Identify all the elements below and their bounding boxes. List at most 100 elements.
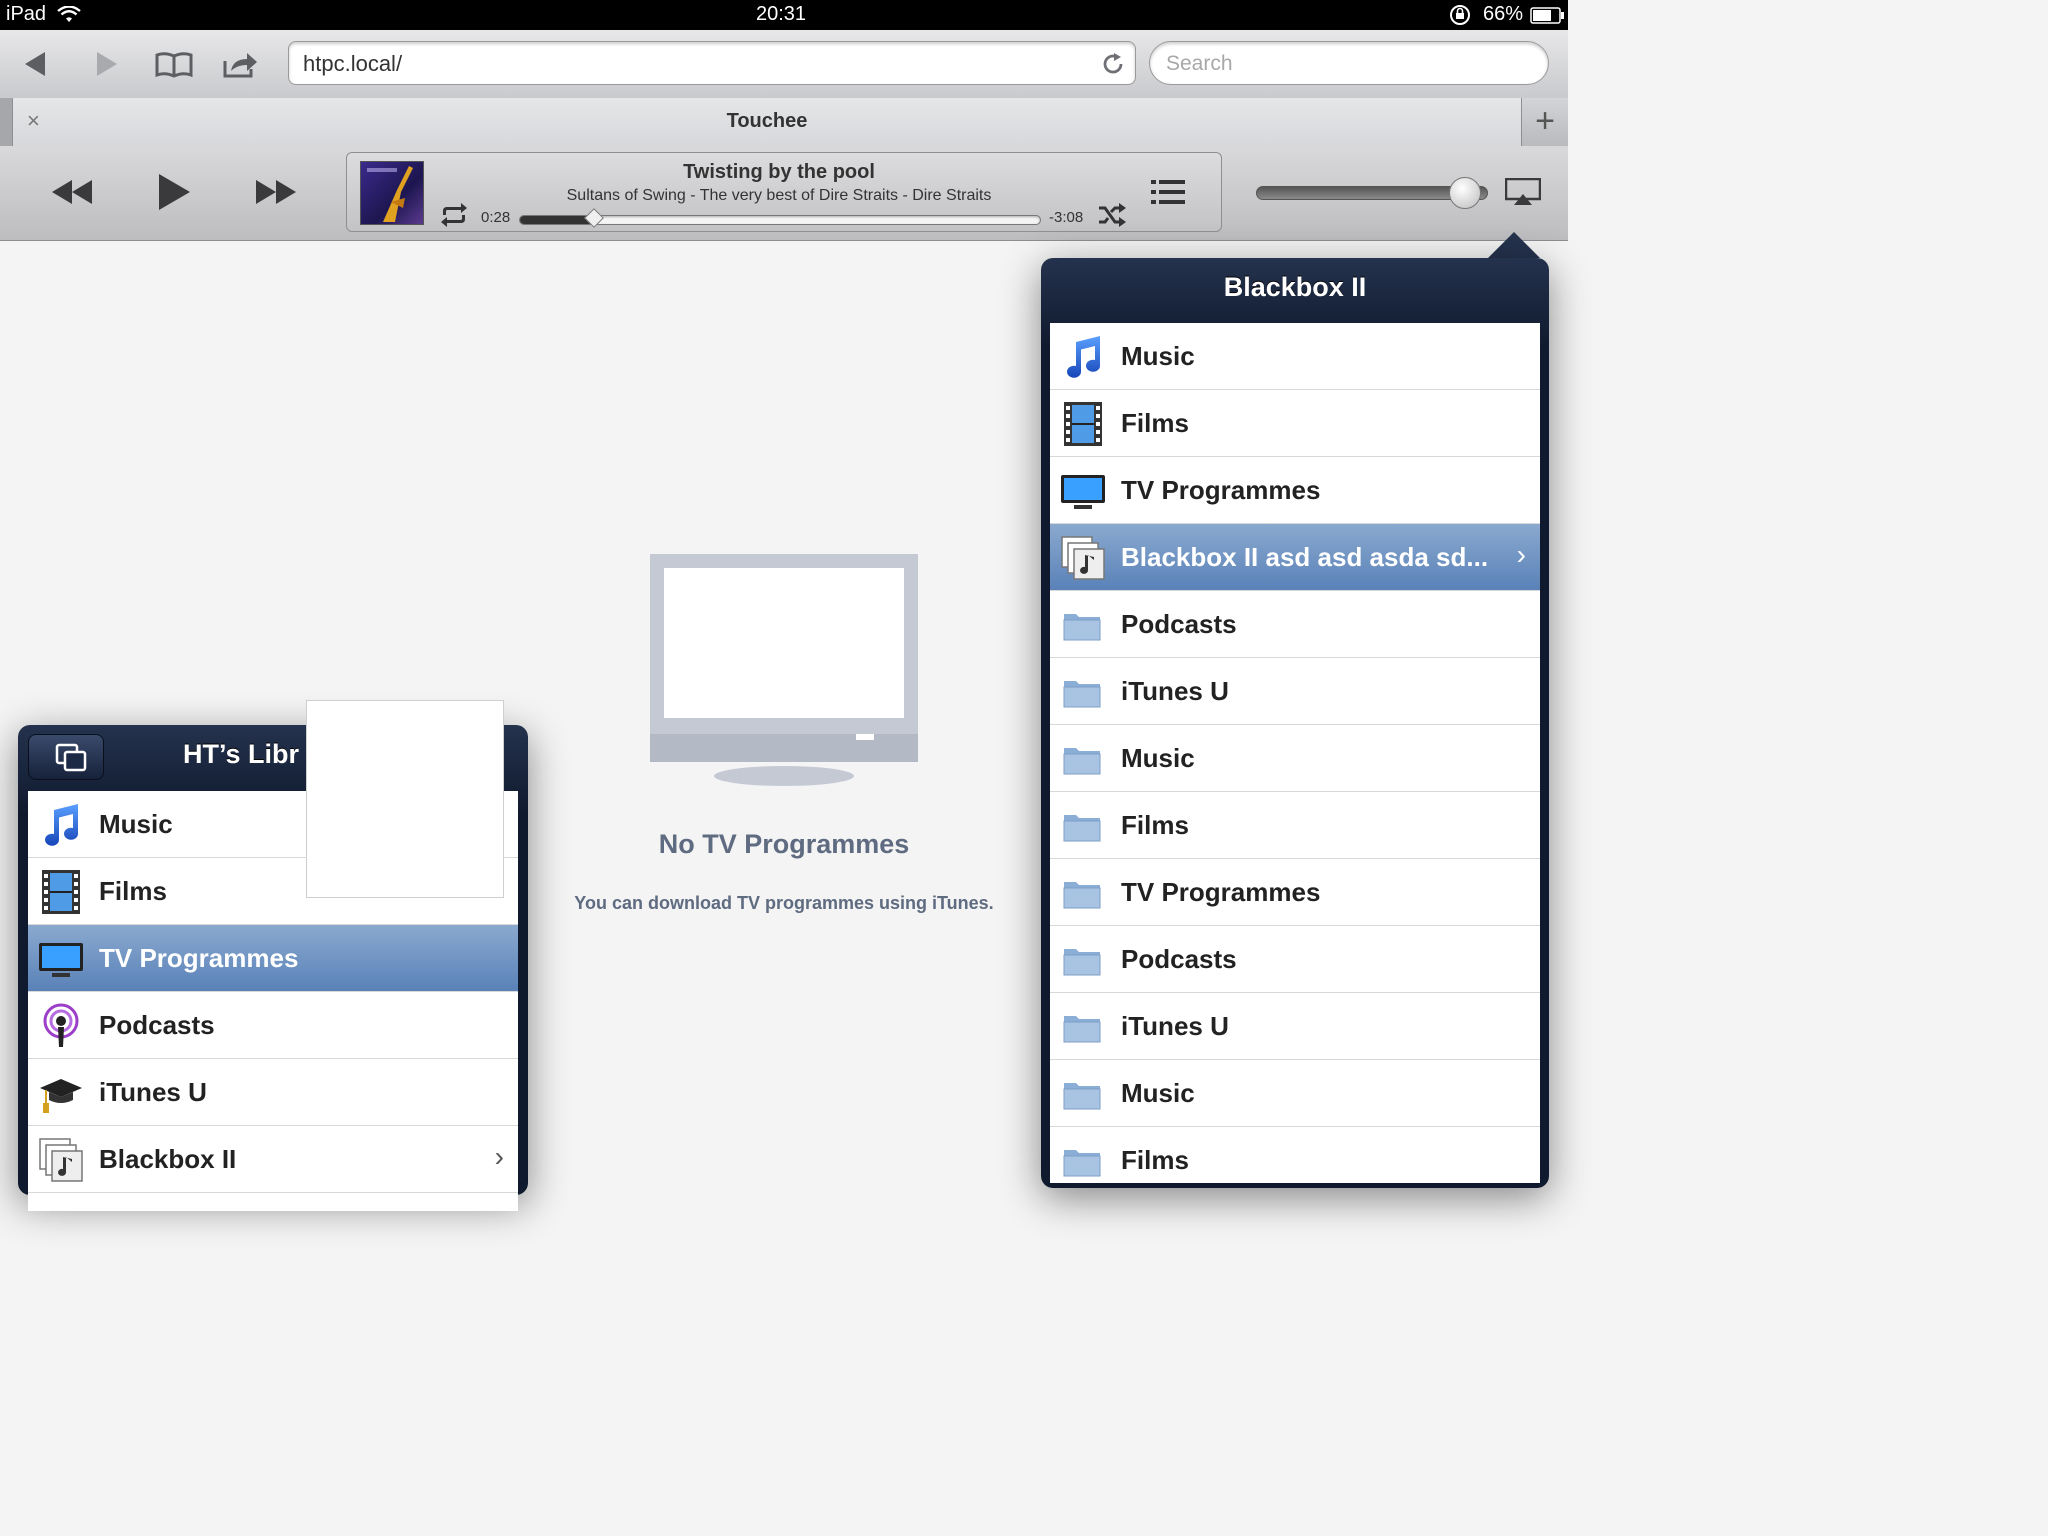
chevron-right-icon: › <box>1516 539 1526 570</box>
wifi-icon <box>57 6 81 22</box>
source-list-item-7[interactable]: Films <box>1050 792 1540 859</box>
tab-title: Touchee <box>726 110 808 132</box>
source-list-item-1[interactable]: Films <box>1050 390 1540 457</box>
volume-slider[interactable] <box>1256 177 1488 209</box>
list-item-label: TV Programmes <box>1121 475 1321 505</box>
list-item-label: Music <box>1121 1078 1195 1108</box>
search-input[interactable]: Search <box>1149 41 1549 85</box>
share-icon <box>223 53 257 78</box>
tv-placeholder-icon <box>650 554 918 786</box>
playlist-stack-icon <box>38 1137 84 1183</box>
source-list-item-11[interactable]: Music <box>1050 1060 1540 1127</box>
film-strip-icon <box>38 869 84 915</box>
source-list-item-8[interactable]: TV Programmes <box>1050 859 1540 926</box>
back-button-library[interactable] <box>28 734 104 780</box>
song-title: Twisting by the pool <box>683 161 875 183</box>
player-bar: Twisting by the pool Sultans of Swing - … <box>0 146 1568 241</box>
folder-icon <box>1060 803 1106 849</box>
back-button[interactable] <box>16 44 56 84</box>
search-placeholder: Search <box>1166 52 1233 75</box>
new-tab-button[interactable]: + <box>1522 98 1568 146</box>
list-item-label: Blackbox II <box>99 1144 237 1174</box>
film-strip-icon <box>1060 401 1106 447</box>
graduation-cap-icon <box>38 1070 84 1116</box>
list-item-label: Podcasts <box>99 1010 215 1040</box>
library-list-item-3[interactable]: Podcasts <box>28 992 518 1059</box>
list-item-label: TV Programmes <box>1121 877 1321 907</box>
tab-bar: × Touchee + <box>0 98 1568 146</box>
folder-icon <box>1060 1004 1106 1050</box>
status-bar: iPad 20:31 66% <box>0 0 1568 30</box>
folder-icon <box>1060 1071 1106 1117</box>
volume-knob[interactable] <box>1449 177 1481 209</box>
list-item-label: Music <box>99 809 173 839</box>
list-item-label: iTunes U <box>1121 676 1229 706</box>
progress-knob[interactable] <box>583 208 604 228</box>
song-subtitle: Sultans of Swing - The very best of Dire… <box>566 187 992 204</box>
source-list-item-12[interactable]: Films <box>1050 1127 1540 1183</box>
repeat-icon[interactable] <box>439 203 469 227</box>
list-item-label: Podcasts <box>1121 609 1237 639</box>
folder-icon <box>1060 937 1106 983</box>
progress-fill <box>520 216 593 224</box>
folder-icon <box>1060 870 1106 916</box>
list-item-label: Music <box>1121 743 1195 773</box>
now-playing-panel: Twisting by the pool Sultans of Swing - … <box>346 152 1222 232</box>
play-icon[interactable] <box>156 172 192 212</box>
folder-icon <box>1060 736 1106 782</box>
popover-title: Blackbox II <box>1223 272 1367 302</box>
list-item-label: Blackbox II asd asd asda sd... <box>1121 542 1489 572</box>
track-list-icon[interactable] <box>1151 179 1185 205</box>
list-item-label: Podcasts <box>1121 944 1237 974</box>
progress-slider[interactable] <box>519 208 1041 228</box>
windows-icon <box>55 743 87 772</box>
podcast-icon <box>38 1003 84 1049</box>
reload-icon[interactable] <box>1101 52 1125 76</box>
list-item-label: iTunes U <box>99 1077 207 1107</box>
source-list-item-4[interactable]: Podcasts <box>1050 591 1540 658</box>
folder-icon <box>1060 669 1106 715</box>
rewind-icon[interactable] <box>50 178 94 206</box>
book-icon <box>155 52 193 78</box>
music-note-icon <box>1060 334 1106 380</box>
airplay-icon[interactable] <box>1505 178 1541 206</box>
back-arrow-icon <box>25 52 45 76</box>
fast-forward-icon[interactable] <box>254 178 298 206</box>
list-item-label: Music <box>1121 341 1195 371</box>
popover-arrow <box>1488 232 1540 258</box>
url-field[interactable]: htpc.local/ <box>288 41 1136 85</box>
device-name: iPad <box>6 3 47 25</box>
list-item-label: Films <box>1121 810 1189 840</box>
library-list-item-5[interactable]: Blackbox II › <box>28 1126 518 1193</box>
playlist-stack-icon <box>1060 535 1106 581</box>
rotation-lock-icon <box>1450 5 1470 25</box>
tv-icon <box>38 936 84 982</box>
source-list-item-10[interactable]: iTunes U <box>1050 993 1540 1060</box>
list-item-label: Films <box>1121 408 1189 438</box>
source-list-item-3[interactable]: Blackbox II asd asd asda sd... › <box>1050 524 1540 591</box>
list-item-label: Films <box>1121 1145 1189 1175</box>
folder-icon <box>1060 602 1106 648</box>
source-list: Music Films TV Programmes Blackbox II asd a… <box>1050 323 1540 1183</box>
blackbox-popover: Blackbox II Music Films TV Programmes Black… <box>1041 258 1549 1188</box>
battery-percent: 66% <box>1483 3 1524 25</box>
popover-title: HT’s Libr <box>183 739 300 769</box>
music-note-icon <box>38 802 84 848</box>
share-button[interactable] <box>220 44 260 84</box>
tv-icon <box>1060 468 1106 514</box>
library-list-item-4[interactable]: iTunes U <box>28 1059 518 1126</box>
battery-icon <box>1530 7 1564 24</box>
source-list-item-6[interactable]: Music <box>1050 725 1540 792</box>
bookmarks-button[interactable] <box>154 44 194 84</box>
source-list-item-5[interactable]: iTunes U <box>1050 658 1540 725</box>
source-list-item-2[interactable]: TV Programmes <box>1050 457 1540 524</box>
source-list-item-9[interactable]: Podcasts <box>1050 926 1540 993</box>
source-list-item-0[interactable]: Music <box>1050 323 1540 390</box>
forward-button[interactable] <box>86 44 126 84</box>
tab-touchee[interactable]: × Touchee <box>12 98 1522 146</box>
time-remaining: -3:08 <box>1049 209 1084 226</box>
folder-icon <box>1060 1138 1106 1183</box>
shuffle-icon[interactable] <box>1097 203 1127 227</box>
blank-overlay <box>306 700 504 898</box>
library-list-item-2[interactable]: TV Programmes <box>28 925 518 992</box>
